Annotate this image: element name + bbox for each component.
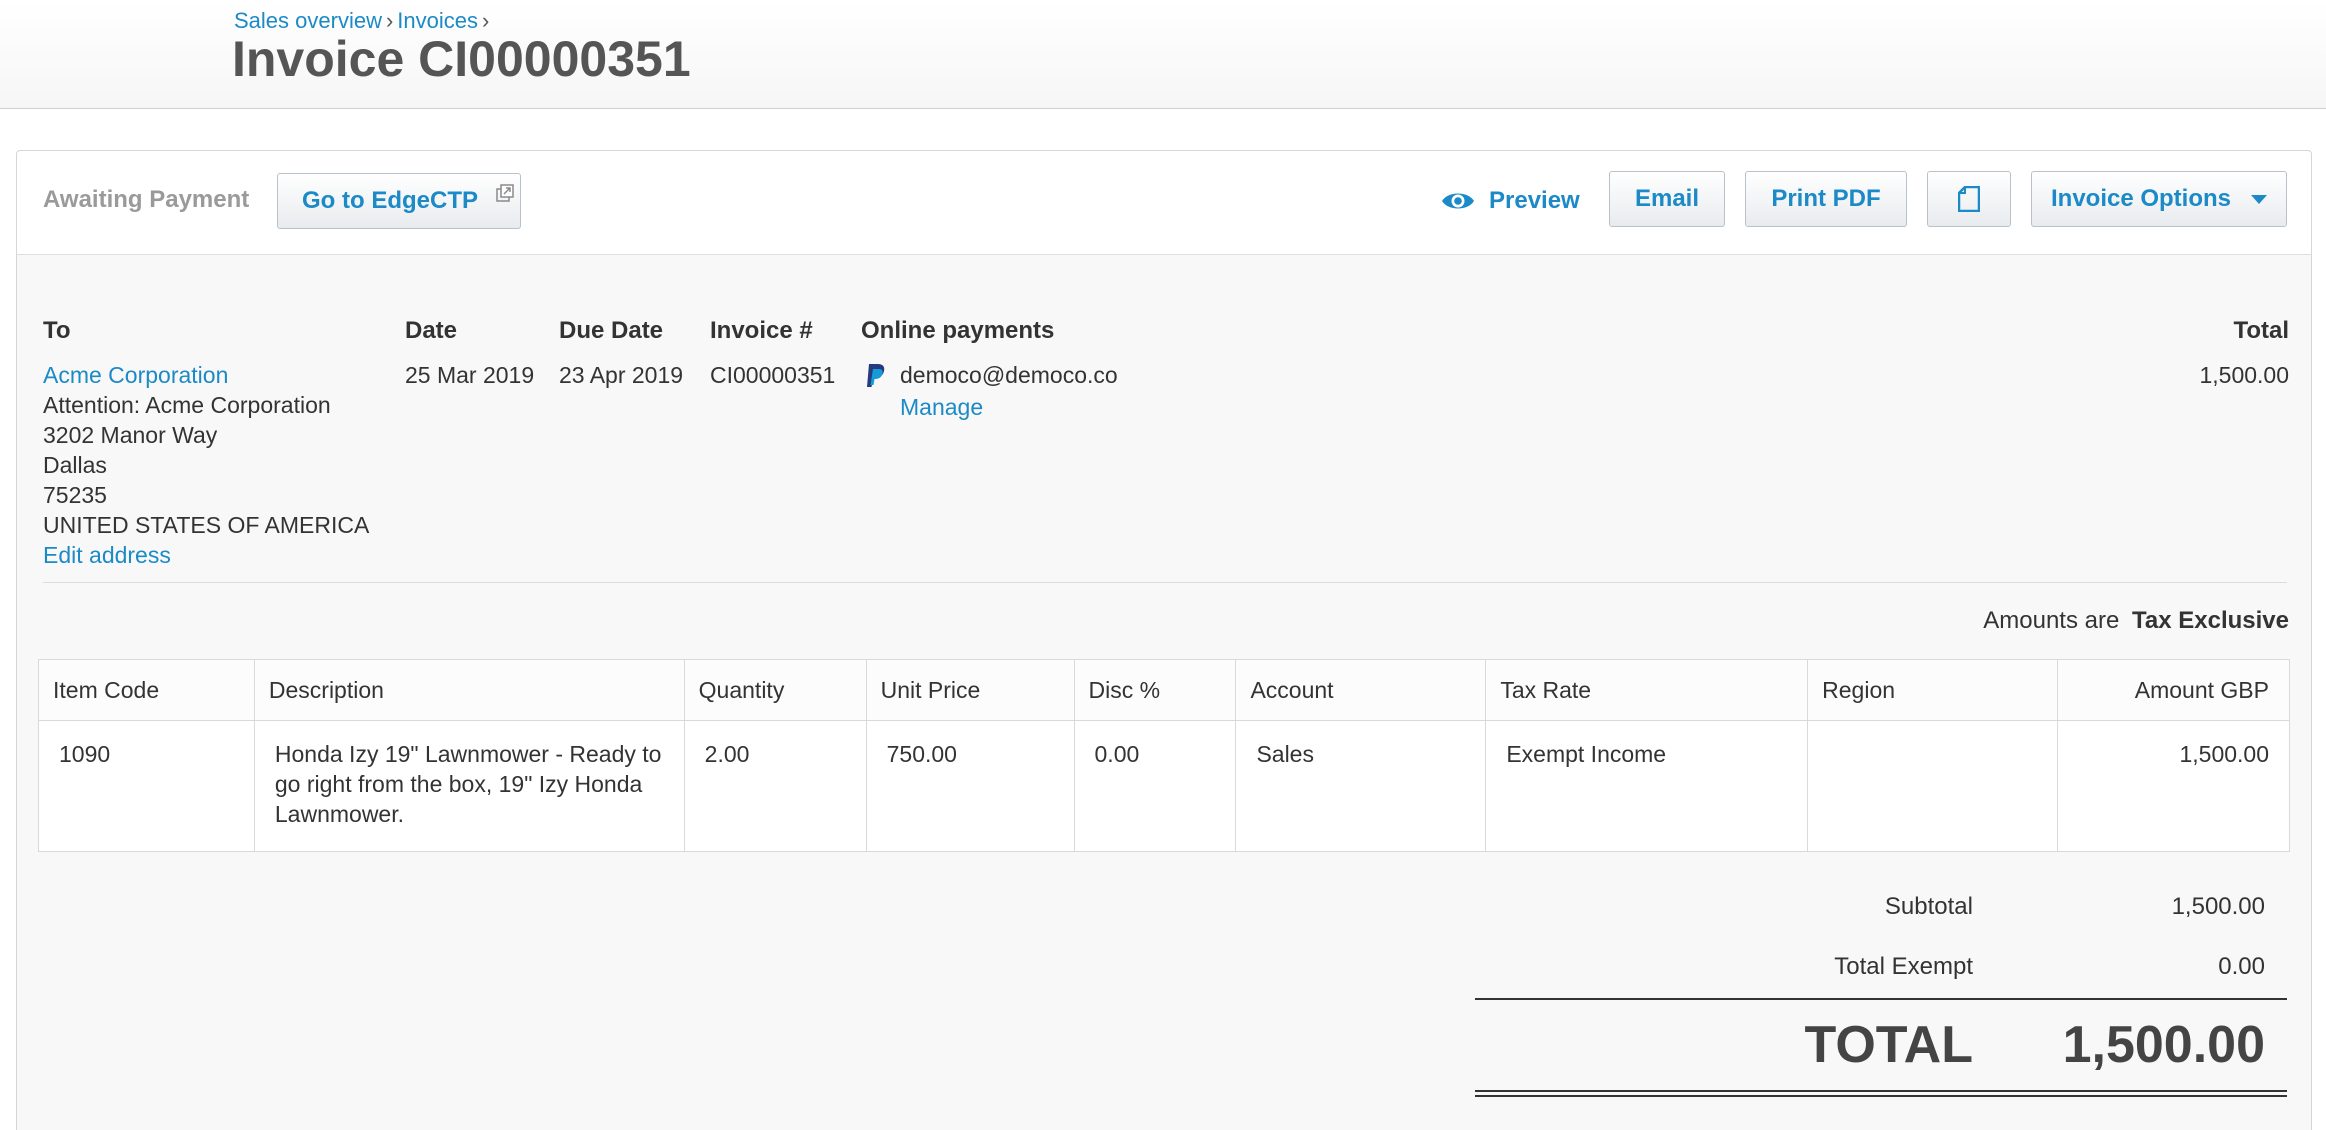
preview-link[interactable]: Preview bbox=[1441, 181, 1580, 221]
item-code-cell: 1090 bbox=[38, 720, 255, 852]
amount-cell: 1,500.00 bbox=[2057, 720, 2290, 852]
column-header: Unit Price bbox=[865, 659, 1075, 721]
unit-price-cell: 750.00 bbox=[865, 720, 1075, 852]
column-header: Description bbox=[253, 659, 685, 721]
invoice-total: 1,500.00 bbox=[2199, 362, 2289, 388]
invoice-due-date: 23 Apr 2019 bbox=[559, 362, 684, 388]
go-to-edgectp-button[interactable]: Go to EdgeCTP bbox=[277, 173, 521, 229]
address-line: Attention: Acme Corporation bbox=[43, 392, 331, 418]
to-address: Acme Corporation Attention: Acme Corpora… bbox=[43, 360, 369, 570]
amounts-are-label: Amounts are bbox=[1983, 607, 2120, 634]
invoice-options-label: Invoice Options bbox=[2050, 185, 2232, 212]
invoice-panel: Awaiting Payment Go to EdgeCTP Preview E… bbox=[16, 150, 2312, 1130]
date-label: Date bbox=[405, 317, 458, 344]
table-row: 1090 Honda Izy 19" Lawnmower - Ready to … bbox=[38, 720, 2290, 852]
preview-label: Preview bbox=[1489, 187, 1580, 214]
column-header: Amount GBP bbox=[2057, 659, 2290, 721]
discount-cell: 0.00 bbox=[1073, 720, 1237, 852]
address-line: 3202 Manor Way bbox=[43, 422, 218, 448]
online-payments-label: Online payments bbox=[861, 317, 1055, 344]
totals-double-rule bbox=[1475, 1095, 2287, 1097]
column-header: Region bbox=[1807, 659, 2059, 721]
payment-email: democo@democo.co bbox=[900, 362, 1118, 388]
account-cell: Sales bbox=[1235, 720, 1487, 852]
email-button[interactable]: Email bbox=[1609, 171, 1725, 227]
column-header: Disc % bbox=[1073, 659, 1237, 721]
paypal-icon bbox=[867, 364, 885, 387]
invoice-options-button[interactable]: Invoice Options bbox=[2031, 171, 2287, 227]
grand-total-value: 1,500.00 bbox=[2062, 1016, 2265, 1074]
column-header: Account bbox=[1235, 659, 1487, 721]
invoice-toolbar: Awaiting Payment Go to EdgeCTP Preview E… bbox=[17, 151, 2311, 255]
column-header: Tax Rate bbox=[1485, 659, 1809, 721]
column-header: Quantity bbox=[683, 659, 867, 721]
total-exempt-value: 0.00 bbox=[2218, 953, 2265, 980]
invoice-number: CI00000351 bbox=[710, 362, 836, 388]
edit-address-link[interactable]: Edit address bbox=[43, 540, 369, 570]
line-items-table: Item Code Description Quantity Unit Pric… bbox=[38, 659, 2290, 852]
tax-rate-cell: Exempt Income bbox=[1485, 720, 1809, 852]
amounts-are-note: Amounts are Tax Exclusive bbox=[1983, 607, 2289, 635]
document-icon bbox=[1958, 186, 1980, 212]
due-date-label: Due Date bbox=[559, 317, 664, 344]
tax-mode-value: Tax Exclusive bbox=[2132, 607, 2289, 634]
address-line: UNITED STATES OF AMERICA bbox=[43, 512, 370, 538]
invoice-number-label: Invoice # bbox=[710, 317, 813, 344]
print-pdf-button[interactable]: Print PDF bbox=[1745, 171, 1907, 227]
quantity-cell: 2.00 bbox=[683, 720, 867, 852]
address-line: Dallas bbox=[43, 452, 107, 478]
external-link-icon bbox=[496, 184, 514, 202]
table-header-row: Item Code Description Quantity Unit Pric… bbox=[38, 659, 2290, 721]
go-to-edgectp-label: Go to EdgeCTP bbox=[302, 187, 478, 214]
chevron-down-icon bbox=[2251, 194, 2268, 204]
status-label: Awaiting Payment bbox=[43, 186, 250, 213]
subtotal-value: 1,500.00 bbox=[2171, 893, 2265, 920]
eye-icon bbox=[1442, 193, 1474, 209]
invoice-date: 25 Mar 2019 bbox=[405, 362, 535, 388]
contact-link[interactable]: Acme Corporation bbox=[43, 360, 369, 390]
totals-double-rule bbox=[1475, 1090, 2287, 1092]
manage-link[interactable]: Manage bbox=[900, 392, 983, 422]
subtotal-label: Subtotal bbox=[1884, 893, 1973, 920]
copy-button[interactable] bbox=[1927, 171, 2011, 227]
grand-total-label: TOTAL bbox=[1804, 1016, 1974, 1074]
total-exempt-label: Total Exempt bbox=[1834, 953, 1973, 980]
description-cell: Honda Izy 19" Lawnmower - Ready to go ri… bbox=[253, 720, 685, 852]
totals-divider bbox=[1475, 998, 2287, 1000]
total-label: Total bbox=[2233, 317, 2289, 344]
region-cell bbox=[1807, 720, 2059, 852]
column-header: Item Code bbox=[38, 659, 255, 721]
divider bbox=[43, 582, 2287, 583]
to-label: To bbox=[43, 317, 71, 344]
address-line: 75235 bbox=[43, 482, 107, 508]
page-header: Sales overview › Invoices › Invoice CI00000… bbox=[0, 0, 2326, 109]
page-title: Invoice CI00000351 bbox=[232, 31, 691, 87]
